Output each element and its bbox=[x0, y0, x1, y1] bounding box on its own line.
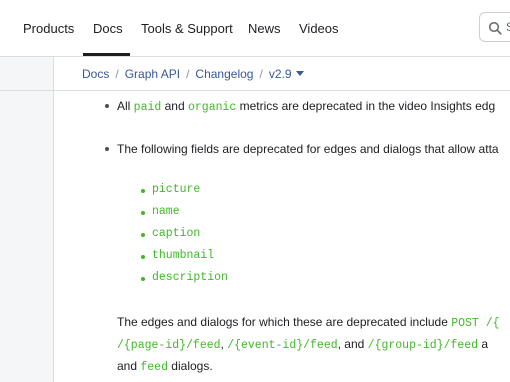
breadcrumb-docs[interactable]: Docs bbox=[82, 67, 109, 81]
paragraph-line-1: The edges and dialogs for which these ar… bbox=[117, 315, 500, 330]
bullet-icon bbox=[141, 277, 145, 281]
nav-products[interactable]: Products bbox=[23, 21, 74, 36]
bullet-icon bbox=[105, 104, 109, 108]
version-dropdown[interactable]: v2.9 bbox=[269, 67, 304, 81]
code-event-feed: /{event-id}/feed bbox=[227, 339, 338, 352]
deprecation-note-fields: The following fields are deprecated for … bbox=[117, 142, 499, 156]
breadcrumb-graph-api[interactable]: Graph API bbox=[125, 67, 180, 81]
sidebar-header bbox=[0, 57, 54, 91]
nav-docs[interactable]: Docs bbox=[93, 21, 123, 36]
search-placeholder: S bbox=[506, 20, 510, 34]
code-post-endpoint: POST /{ bbox=[451, 317, 500, 330]
deprecation-note-metrics: All paid and organic metrics are depreca… bbox=[117, 99, 496, 114]
field-description: description bbox=[152, 271, 228, 284]
bullet-icon bbox=[141, 255, 145, 259]
nav-videos[interactable]: Videos bbox=[299, 21, 339, 36]
nav-news[interactable]: News bbox=[248, 21, 281, 36]
code-organic: organic bbox=[187, 101, 237, 114]
bullet-icon bbox=[141, 211, 145, 215]
paragraph-line-3: and feed dialogs. bbox=[117, 359, 213, 374]
search-input[interactable]: S bbox=[479, 12, 510, 42]
bullet-icon bbox=[141, 233, 145, 237]
code-group-feed: /{group-id}/feed bbox=[367, 339, 479, 352]
caret-down-icon bbox=[295, 71, 304, 76]
main-content: All paid and organic metrics are depreca… bbox=[54, 91, 510, 382]
breadcrumb-separator: / bbox=[186, 67, 190, 81]
breadcrumb: Docs / Graph API / Changelog / v2.9 bbox=[54, 57, 510, 91]
field-caption: caption bbox=[152, 227, 201, 240]
code-paid: paid bbox=[133, 101, 162, 114]
version-label: v2.9 bbox=[268, 67, 292, 81]
breadcrumb-changelog[interactable]: Changelog bbox=[195, 67, 253, 81]
breadcrumb-separator: / bbox=[115, 67, 119, 81]
nav-tools-support[interactable]: Tools & Support bbox=[141, 21, 233, 36]
paragraph-line-2: /{page-id}/feed, /{event-id}/feed, and /… bbox=[117, 337, 489, 352]
code-feed: feed bbox=[140, 361, 168, 374]
search-icon bbox=[488, 21, 502, 35]
active-tab-indicator bbox=[83, 53, 130, 56]
field-name: name bbox=[152, 205, 180, 218]
bullet-icon bbox=[141, 189, 145, 193]
field-picture: picture bbox=[152, 183, 201, 196]
code-page-feed: /{page-id}/feed bbox=[117, 339, 221, 352]
top-navigation: Products Docs Tools & Support News Video… bbox=[0, 0, 510, 57]
bullet-icon bbox=[105, 147, 109, 151]
breadcrumb-separator: / bbox=[259, 67, 263, 81]
left-sidebar bbox=[0, 57, 54, 382]
field-thumbnail: thumbnail bbox=[152, 249, 215, 262]
